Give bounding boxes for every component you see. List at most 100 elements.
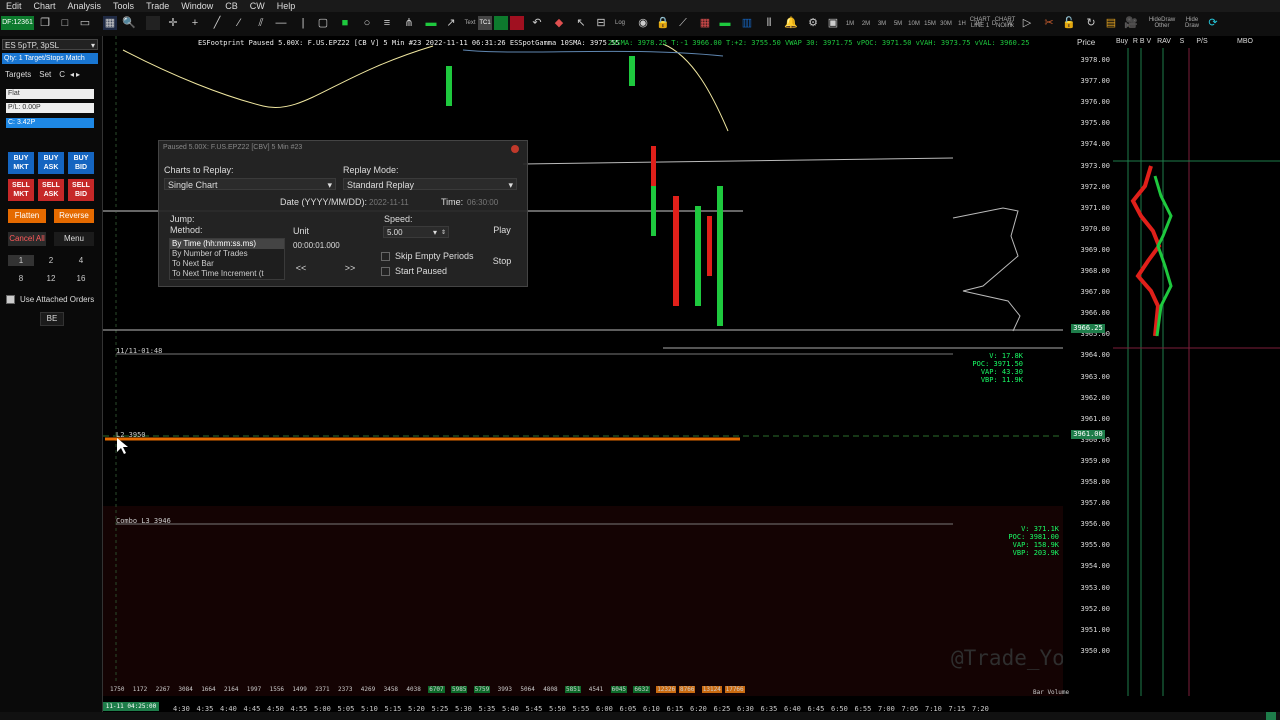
cancel-all-button[interactable]: Cancel All — [8, 232, 46, 246]
flatten-button[interactable]: Flatten — [8, 209, 46, 223]
buy-bid-button[interactable]: BUY BID — [68, 152, 94, 174]
hide-draw-other-button[interactable]: HideDraw Other — [1144, 17, 1180, 29]
green-toggle-button[interactable] — [494, 16, 508, 30]
undo-icon[interactable]: ↶ — [530, 16, 544, 30]
stop-button[interactable]: Stop — [482, 254, 522, 268]
sell-ask-button[interactable]: SELL ASK — [38, 179, 64, 201]
qty-12-button[interactable]: 12 — [38, 273, 64, 284]
jump-forward-button[interactable]: >> — [342, 261, 358, 275]
line-tool-icon[interactable]: ╱ — [210, 16, 224, 30]
qty-2-button[interactable]: 2 — [38, 255, 64, 266]
timeframe-3m[interactable]: 3M — [874, 21, 890, 27]
detach-icon[interactable]: ❐ — [38, 16, 52, 30]
menu-analysis[interactable]: Analysis — [62, 1, 108, 11]
hide-draw-button[interactable]: Hide Draw — [1182, 17, 1202, 29]
crosshair-icon[interactable]: + — [188, 16, 202, 30]
symbol-id-badge[interactable]: DF:12361 — [1, 16, 34, 30]
fib-icon[interactable]: ≡ — [380, 16, 394, 30]
start-paused-row[interactable]: Start Paused — [381, 266, 447, 277]
filled-rect-icon[interactable]: ■ — [338, 16, 352, 30]
reverse-button[interactable]: Reverse — [54, 209, 94, 223]
menu-window[interactable]: Window — [175, 1, 219, 11]
horizontal-line-icon[interactable]: — — [274, 16, 288, 30]
window-icon[interactable]: □ — [58, 16, 72, 30]
qty-16-button[interactable]: 16 — [68, 273, 94, 284]
charts-replay-select[interactable]: Single Chart ▾ — [164, 178, 336, 190]
tools-icon[interactable]: ✂ — [1042, 16, 1056, 30]
skip-empty-row[interactable]: Skip Empty Periods — [381, 251, 474, 262]
rectangle-icon[interactable]: ▢ — [316, 16, 330, 30]
split-icon[interactable]: ⊟ — [594, 16, 608, 30]
dom-ladder[interactable]: Buy R B V RAV S P/S MBO — [1113, 36, 1280, 696]
padlock-icon[interactable]: 🔓 — [1062, 16, 1076, 30]
red-toggle-button[interactable] — [510, 16, 524, 30]
timeframe-1m[interactable]: 1M — [842, 21, 858, 27]
text-tool[interactable]: Text — [462, 20, 478, 26]
timeframe-30m[interactable]: 30M — [938, 21, 954, 27]
pitchfork-icon[interactable]: ⋔ — [402, 16, 416, 30]
attached-orders-checkbox[interactable] — [6, 295, 15, 305]
cursor-icon[interactable]: ↖ — [574, 16, 588, 30]
grid-icon[interactable]: ▦ — [698, 16, 712, 30]
qty-8-button[interactable]: 8 — [8, 273, 34, 284]
start-paused-checkbox[interactable] — [381, 267, 390, 277]
tc-button[interactable]: TC1 — [478, 16, 492, 30]
qty-4-button[interactable]: 4 — [68, 255, 94, 266]
breakeven-button[interactable]: BE — [40, 312, 64, 326]
green-bar-icon[interactable]: ▬ — [718, 16, 732, 30]
chart-nolink-button[interactable]: CHART NOlink — [994, 17, 1016, 29]
tab-targets[interactable]: Targets — [2, 70, 34, 79]
skip-empty-checkbox[interactable] — [381, 252, 390, 262]
replay-mode-select[interactable]: Standard Replay ▾ — [343, 178, 517, 190]
display-icon[interactable]: ▣ — [826, 16, 840, 30]
sell-bid-button[interactable]: SELL BID — [68, 179, 94, 201]
parallel-tool-icon[interactable]: ⫽ — [254, 16, 268, 30]
unit-field[interactable]: 00:00:01.000 — [293, 241, 340, 250]
columns-icon[interactable]: ⫴ — [762, 16, 776, 30]
trade-symbol-select[interactable]: ES 5pTP, 3pSL ▾ — [2, 39, 98, 50]
time-axis[interactable]: 1750 1172 2267 3084 1664 2164 1997 1556 1499 2371… — [103, 684, 1069, 706]
menu-help[interactable]: Help — [271, 1, 302, 11]
lock-icon[interactable]: 🔒 — [656, 16, 670, 30]
timeframe-15m[interactable]: 15M — [922, 21, 938, 27]
ray-tool-icon[interactable]: ⁄ — [232, 16, 246, 30]
camera-icon[interactable]: 🎥 — [1124, 16, 1138, 30]
bell-icon[interactable]: 🔔 — [784, 16, 798, 30]
strategy-bar[interactable]: Qty: 1 Target/Stops Match — [2, 53, 98, 64]
arrow-tool-icon[interactable]: ↗ — [444, 16, 458, 30]
sync-icon[interactable]: ⟳ — [1206, 16, 1220, 30]
menu-cb[interactable]: CB — [219, 1, 244, 11]
play-forward-icon[interactable]: ▷ — [1020, 16, 1034, 30]
tab-next-icon[interactable]: ▸ — [76, 70, 80, 79]
time-field[interactable]: 06:30:00 — [467, 198, 498, 207]
footprint-chart[interactable]: ESFootprint Paused 5.00X: F.US.EPZ22 [CB… — [103, 36, 1063, 696]
chart-icon[interactable]: ▦ — [103, 16, 117, 30]
jump-back-button[interactable]: << — [293, 261, 309, 275]
blank-icon[interactable] — [146, 16, 160, 30]
method-option-next-bar[interactable]: To Next Bar — [170, 259, 284, 269]
settings-icon[interactable]: ⚙ — [806, 16, 820, 30]
window-icon-2[interactable]: ▭ — [78, 16, 92, 30]
menu-trade[interactable]: Trade — [140, 1, 175, 11]
ellipse-icon[interactable]: ○ — [360, 16, 374, 30]
tab-set[interactable]: Set — [36, 70, 54, 79]
bars-icon[interactable]: ▥ — [740, 16, 754, 30]
diagonal-icon[interactable]: ⟋ — [676, 16, 690, 30]
method-list[interactable]: By Time (hh:mm:ss.ms) By Number of Trade… — [169, 238, 285, 280]
timeframe-5m[interactable]: 5M — [890, 21, 906, 27]
tab-c[interactable]: C — [56, 70, 68, 79]
attached-orders-row[interactable]: Use Attached Orders — [6, 295, 94, 305]
timeframe-2m[interactable]: 2M — [858, 21, 874, 27]
menu-edit[interactable]: Edit — [0, 1, 28, 11]
play-button[interactable]: Play — [482, 223, 522, 237]
vertical-line-icon[interactable]: | — [296, 16, 310, 30]
refresh-icon[interactable]: ↻ — [1084, 16, 1098, 30]
sell-market-button[interactable]: SELL MKT — [8, 179, 34, 201]
timeframe-10m[interactable]: 10M — [906, 21, 922, 27]
menu-cw[interactable]: CW — [244, 1, 271, 11]
method-option-time-increment[interactable]: To Next Time Increment (t — [170, 269, 284, 279]
log-scale-toggle[interactable]: Log — [612, 20, 628, 26]
chart-line-button[interactable]: CHART LINE 1 — [968, 17, 992, 29]
menu-button[interactable]: Menu — [54, 232, 94, 246]
buy-market-button[interactable]: BUY MKT — [8, 152, 34, 174]
